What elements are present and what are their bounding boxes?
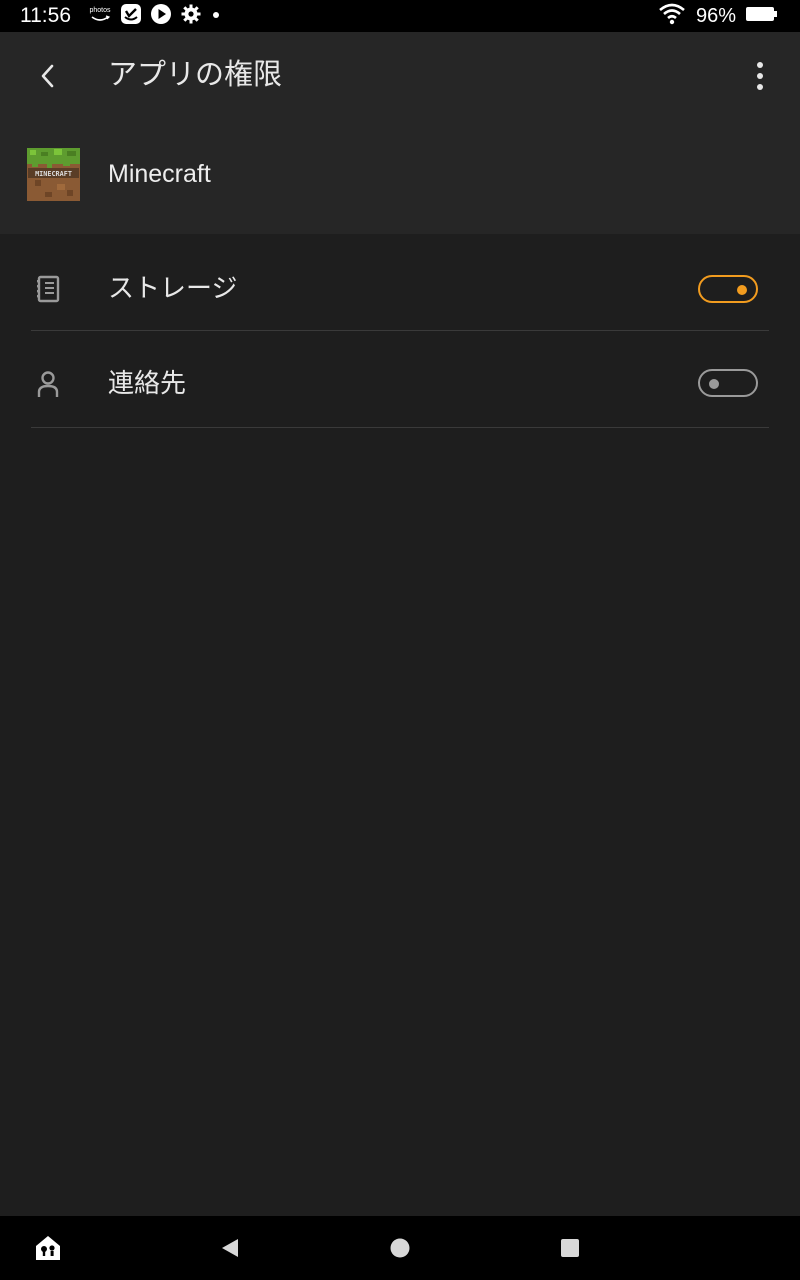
battery-icon xyxy=(746,5,778,27)
dot-icon xyxy=(210,3,222,29)
storage-toggle[interactable] xyxy=(698,275,758,303)
shield-check-icon xyxy=(120,3,142,29)
home-circle-icon xyxy=(390,1238,410,1258)
divider xyxy=(31,427,769,428)
contacts-person-icon xyxy=(33,369,63,399)
app-name: Minecraft xyxy=(108,160,211,188)
nav-back-button[interactable] xyxy=(214,1232,246,1264)
back-button[interactable] xyxy=(26,54,70,98)
overflow-menu-button[interactable] xyxy=(742,54,778,98)
navigation-bar xyxy=(0,1216,800,1280)
kids-lock-button[interactable] xyxy=(32,1232,64,1264)
notification-icons: photos xyxy=(88,3,222,29)
nav-home-button[interactable] xyxy=(384,1232,416,1264)
toggle-knob xyxy=(737,284,747,295)
app-header: MINECRAFT Minecraft xyxy=(0,148,800,202)
permission-label-storage: ストレージ xyxy=(108,274,238,304)
play-icon xyxy=(150,3,172,29)
app-bar: アプリの権限 MINECRAFT Minecraft xyxy=(0,32,800,234)
status-right: 96% xyxy=(658,3,778,29)
permission-list: ストレージ 連絡先 xyxy=(0,234,800,428)
kids-lock-icon xyxy=(36,1236,60,1260)
gear-icon xyxy=(180,3,202,29)
recents-square-icon xyxy=(561,1239,579,1257)
toggle-knob xyxy=(709,378,719,389)
photos-icon-label: photos xyxy=(89,6,111,14)
screen: 11:56 photos 96% アプリの権限 MINECRAFT Minecr… xyxy=(0,0,800,1280)
permission-row-contacts[interactable]: 連絡先 xyxy=(0,331,800,428)
wifi-icon xyxy=(658,3,686,29)
app-icon-text: MINECRAFT xyxy=(35,170,72,178)
status-time: 11:56 xyxy=(20,4,71,27)
permission-label-contacts: 連絡先 xyxy=(108,369,187,399)
photos-icon: photos xyxy=(88,7,112,26)
status-bar: 11:56 photos 96% xyxy=(0,0,800,32)
contacts-toggle[interactable] xyxy=(698,369,758,397)
back-triangle-icon xyxy=(222,1239,238,1257)
nav-recents-button[interactable] xyxy=(554,1232,586,1264)
page-title: アプリの権限 xyxy=(108,57,283,91)
storage-icon xyxy=(33,274,63,304)
more-vert-icon xyxy=(757,62,763,90)
battery-percent: 96% xyxy=(695,4,736,27)
permission-row-storage[interactable]: ストレージ xyxy=(0,234,800,331)
back-chevron-icon xyxy=(41,64,54,88)
minecraft-app-icon: MINECRAFT xyxy=(27,148,80,201)
